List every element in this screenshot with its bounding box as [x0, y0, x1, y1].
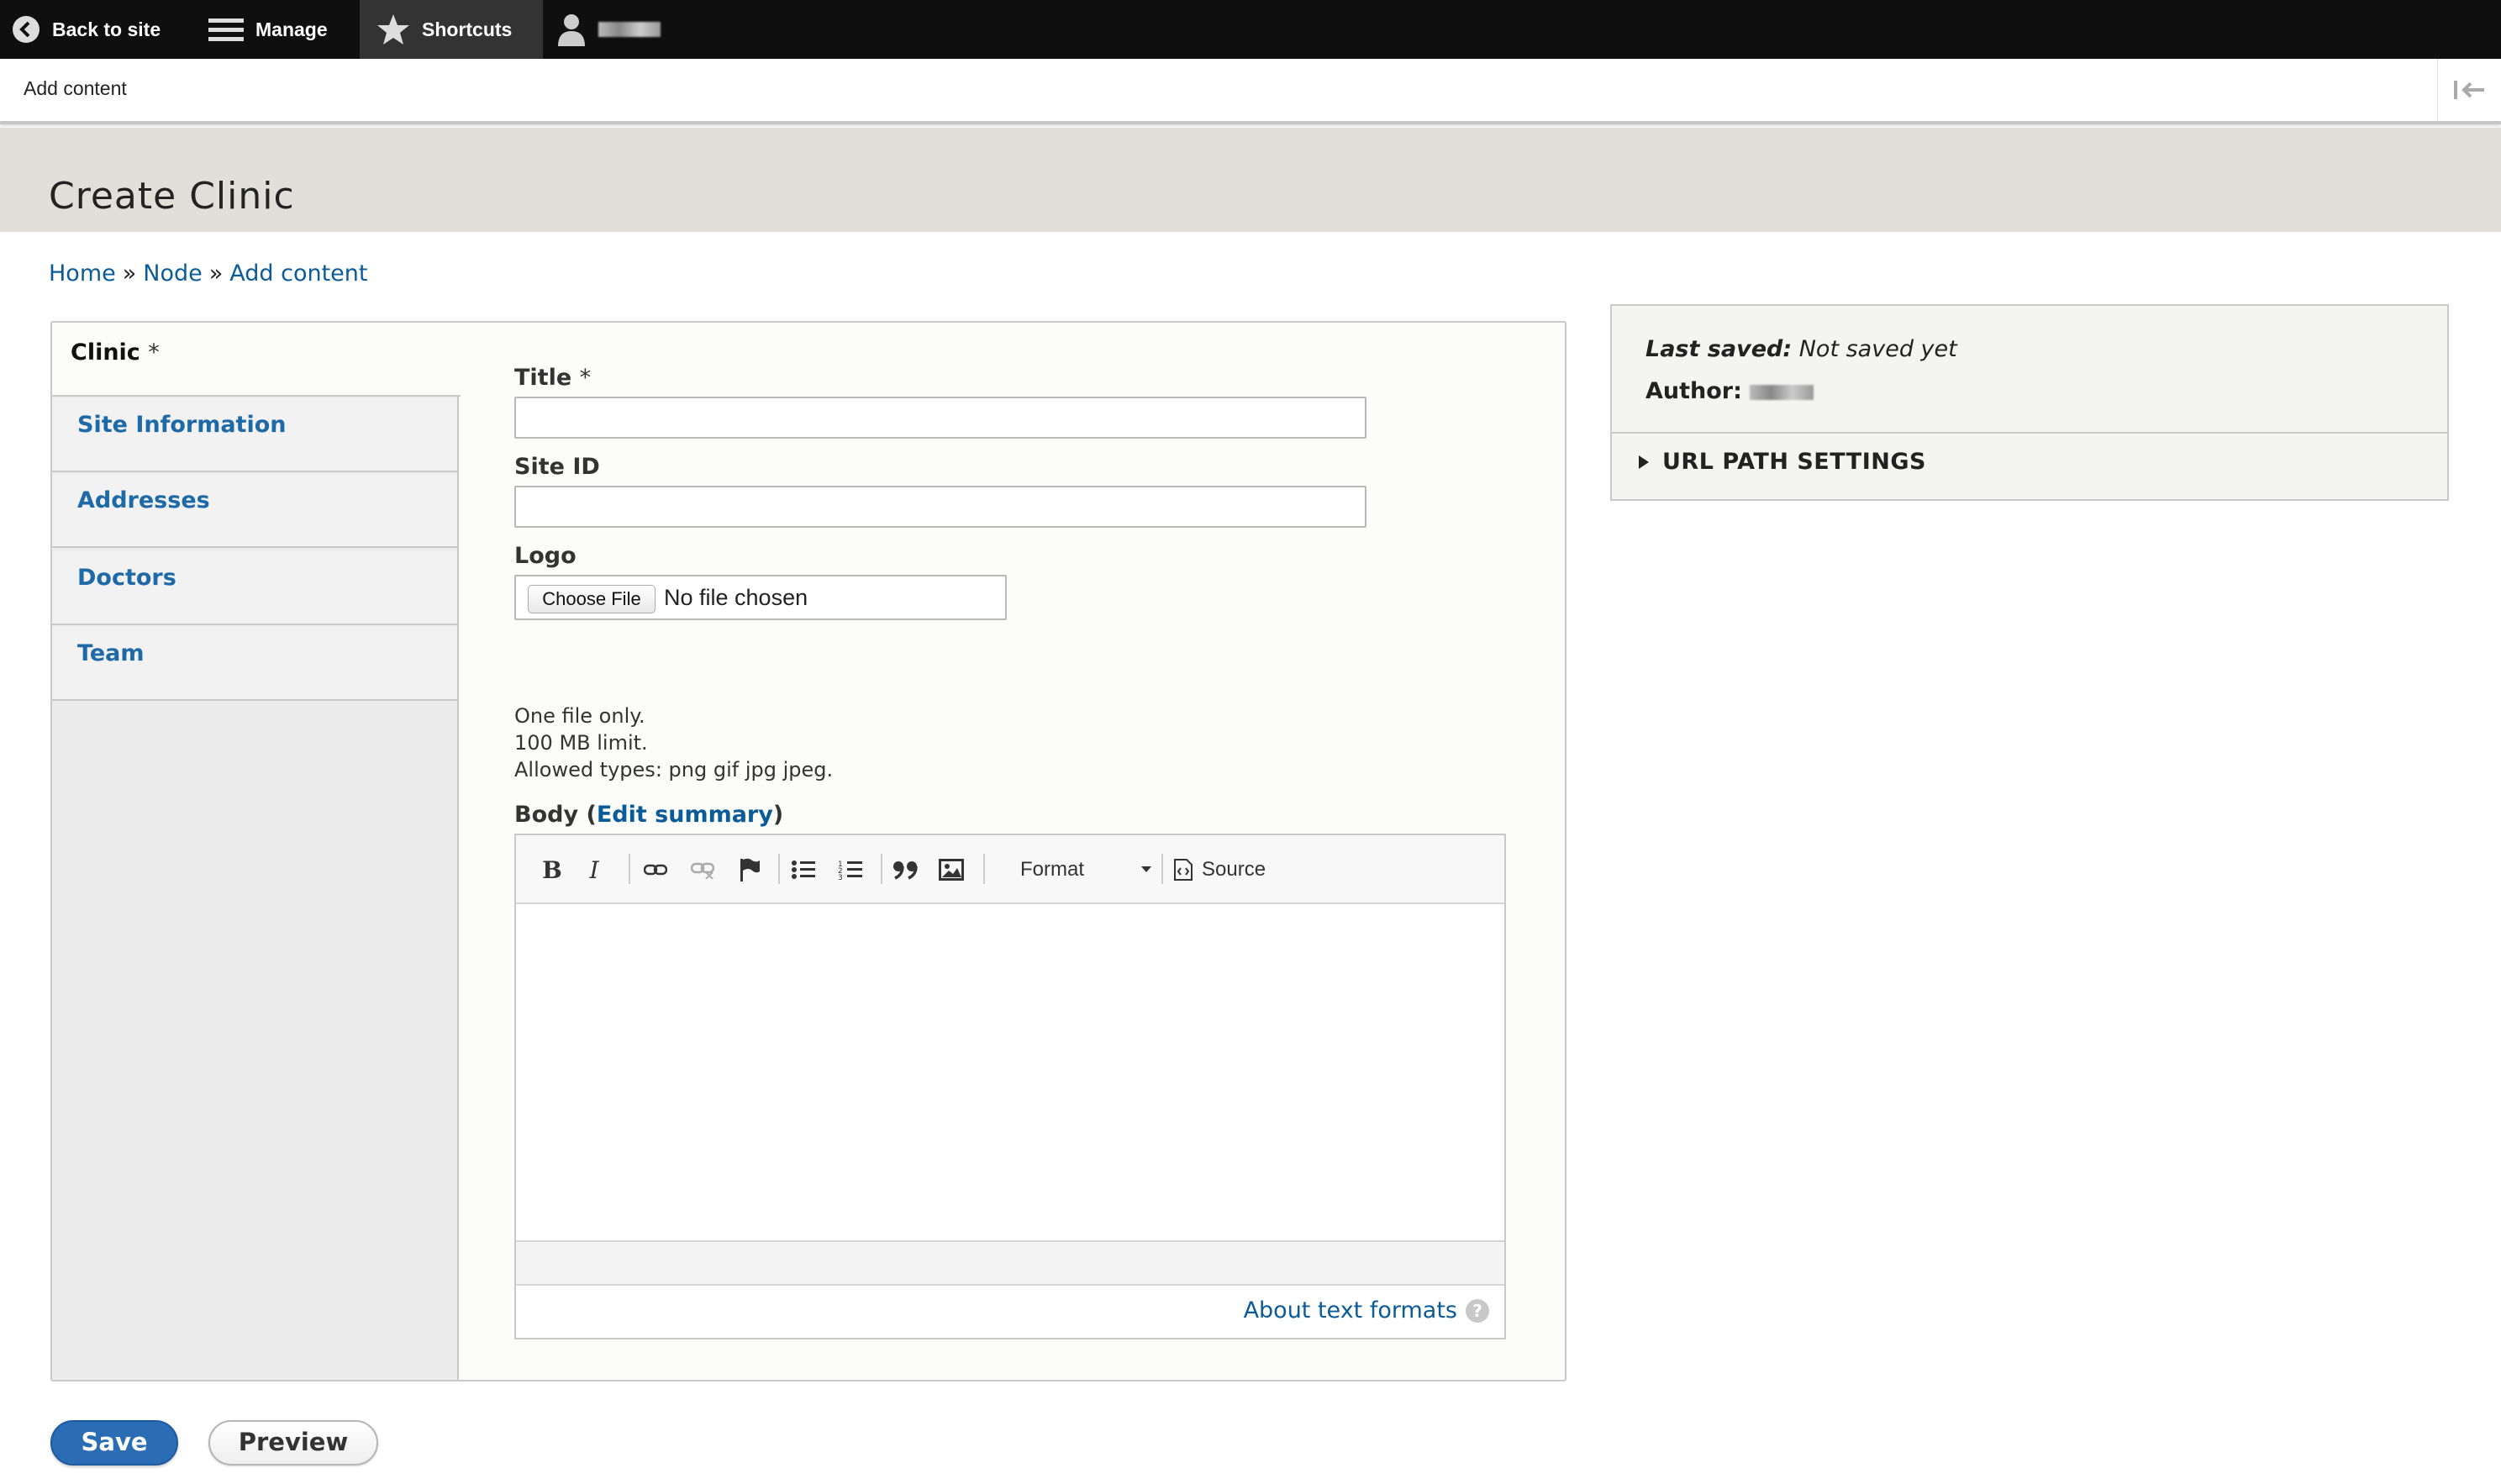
back-to-site-link[interactable]: Back to site — [12, 0, 161, 59]
body-label: Body (Edit summary) — [514, 802, 784, 828]
shortcuts-label: Shortcuts — [422, 18, 513, 40]
link-icon[interactable] — [640, 854, 671, 886]
help-line: 100 MB limit. — [514, 731, 648, 755]
author-name-redacted — [1749, 384, 1814, 400]
breadcrumb-home[interactable]: Home — [49, 260, 116, 287]
manage-label: Manage — [255, 18, 328, 40]
editor-toolbar: B I 123 Format Source — [516, 835, 1504, 904]
logo-file-input[interactable]: Choose File No file chosen — [514, 575, 1007, 620]
expand-triangle-icon — [1639, 455, 1649, 469]
help-line: Allowed types: png gif jpg jpeg. — [514, 758, 834, 781]
toolbar-divider — [1161, 854, 1163, 884]
toolbar-tray: Add content — [0, 59, 2501, 124]
toolbar-divider — [629, 854, 630, 884]
unlink-icon[interactable] — [687, 854, 718, 886]
site-id-input[interactable] — [514, 486, 1366, 528]
tab-clinic[interactable]: Clinic * — [52, 323, 461, 397]
breadcrumb-add-content[interactable]: Add content — [229, 260, 367, 287]
user-menu[interactable] — [556, 0, 661, 59]
back-arrow-icon — [13, 16, 39, 43]
page-header: Create Clinic — [0, 128, 2501, 232]
user-icon — [558, 14, 585, 46]
source-icon — [1174, 859, 1193, 881]
blockquote-icon[interactable] — [889, 854, 923, 886]
author-line: Author: — [1645, 378, 1814, 404]
tab-addresses[interactable]: Addresses — [52, 474, 457, 548]
vertical-tabs-panel: Clinic * Site Information Addresses Doct… — [50, 321, 1566, 1381]
logo-help-text: One file only. 100 MB limit. Allowed typ… — [514, 703, 833, 783]
username-redacted — [598, 22, 661, 37]
last-saved-value: Not saved yet — [1798, 336, 1957, 362]
toolbar-divider — [983, 854, 985, 884]
title-label: Title * — [514, 365, 591, 391]
tab-addresses-label: Addresses — [77, 487, 210, 513]
add-content-link[interactable]: Add content — [24, 77, 127, 100]
help-line: One file only. — [514, 704, 645, 728]
toolbar-divider — [778, 854, 780, 884]
url-path-settings-toggle[interactable]: URL PATH SETTINGS — [1639, 449, 1926, 475]
vertical-tabs-menu: Clinic * Site Information Addresses Doct… — [52, 323, 461, 1380]
title-input[interactable] — [514, 397, 1366, 439]
edit-summary-link[interactable]: Edit summary — [597, 802, 773, 828]
tab-team-label: Team — [77, 640, 145, 666]
tab-doctors[interactable]: Doctors — [52, 551, 457, 625]
source-button[interactable]: Source — [1173, 854, 1266, 886]
last-saved-label: Last saved: — [1645, 336, 1793, 362]
star-icon — [377, 14, 409, 45]
entity-meta-header: Last saved: Not saved yet Author: — [1612, 306, 2447, 434]
bullet-list-icon[interactable] — [788, 854, 819, 886]
format-dropdown[interactable]: Format — [1003, 854, 1155, 886]
tab-doctors-label: Doctors — [77, 565, 176, 591]
last-saved-line: Last saved: Not saved yet — [1645, 336, 1957, 362]
tray-orientation-toggle[interactable] — [2437, 59, 2501, 121]
svg-text:3: 3 — [838, 874, 843, 881]
editor-content-area[interactable] — [516, 906, 1504, 1240]
author-label: Author: — [1645, 378, 1742, 404]
help-question-icon: ? — [1466, 1298, 1489, 1323]
tab-site-information[interactable]: Site Information — [52, 398, 457, 472]
flag-icon[interactable] — [736, 854, 763, 886]
file-status-text: No file chosen — [664, 585, 808, 610]
logo-label: Logo — [514, 543, 577, 569]
bold-icon[interactable]: B — [540, 854, 565, 886]
back-to-site-label: Back to site — [52, 18, 161, 40]
italic-icon[interactable]: I — [583, 854, 605, 886]
choose-file-button[interactable]: Choose File — [528, 585, 656, 613]
chevron-down-icon — [1141, 866, 1151, 872]
format-label: Format — [1020, 858, 1085, 881]
url-path-settings-label: URL PATH SETTINGS — [1662, 449, 1926, 475]
breadcrumb-node[interactable]: Node — [143, 260, 202, 287]
body-editor: B I 123 Format Source About text formats… — [514, 834, 1506, 1339]
text-format-wrapper: About text formats ? — [516, 1286, 1504, 1338]
required-marker: * — [579, 365, 592, 391]
page-title: Create Clinic — [49, 175, 295, 218]
numbered-list-icon[interactable]: 123 — [835, 854, 866, 886]
source-label: Source — [1202, 858, 1266, 881]
breadcrumb: Home» Node» Add content — [49, 260, 368, 287]
editor-status-bar — [516, 1240, 1504, 1286]
site-id-label: Site ID — [514, 454, 600, 480]
save-button[interactable]: Save — [50, 1420, 178, 1466]
tab-team[interactable]: Team — [52, 627, 457, 701]
manage-menu[interactable]: Manage — [208, 0, 328, 59]
shortcuts-menu[interactable]: Shortcuts — [360, 0, 543, 59]
image-icon[interactable] — [936, 854, 966, 886]
breadcrumb-separator: » — [208, 260, 224, 287]
hamburger-icon — [208, 18, 244, 41]
admin-toolbar: Back to site Manage Shortcuts — [0, 0, 2501, 59]
collapse-left-icon — [2453, 81, 2484, 99]
body-label-text: Body — [514, 802, 579, 828]
title-label-text: Title — [514, 365, 572, 391]
required-marker: * — [148, 339, 160, 366]
about-text-formats-label: About text formats — [1243, 1297, 1457, 1323]
toolbar-divider — [881, 854, 882, 884]
tab-clinic-label: Clinic — [71, 339, 140, 366]
about-text-formats-link[interactable]: About text formats ? — [1244, 1297, 1489, 1323]
tab-site-information-label: Site Information — [77, 412, 287, 438]
breadcrumb-separator: » — [122, 260, 137, 287]
preview-button[interactable]: Preview — [208, 1420, 378, 1466]
entity-meta-sidebar: Last saved: Not saved yet Author: URL PA… — [1610, 304, 2449, 501]
